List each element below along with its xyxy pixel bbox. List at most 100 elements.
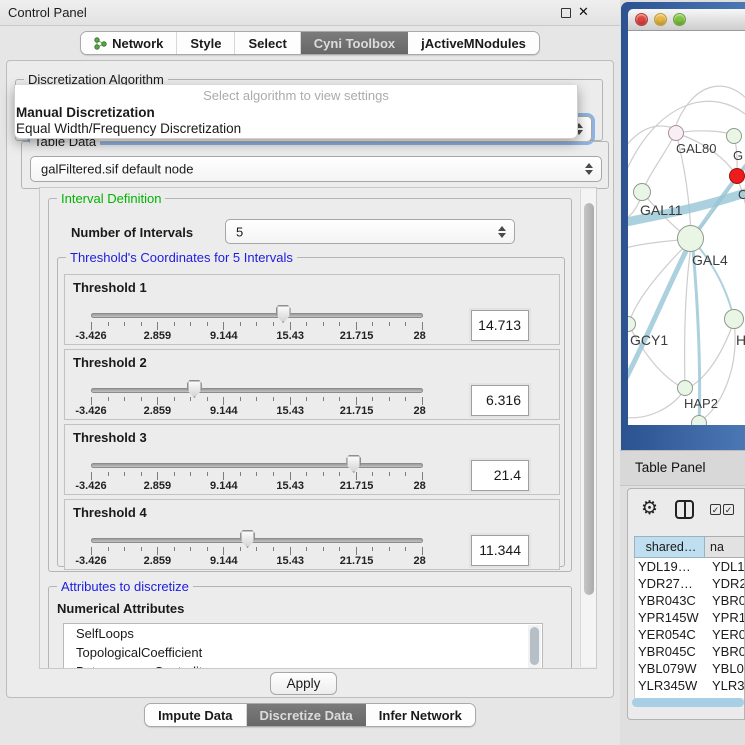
gear-icon[interactable]: ⚙ [641,497,658,519]
list-item[interactable]: BetweennessCentrality [64,662,542,669]
tab-jactivemnodules[interactable]: jActiveMNodules [408,32,539,54]
threshold-row-3: Threshold 3 -3.426 2.859 9.144 15.43 21.… [64,424,560,495]
threshold-row-4: Threshold 4 -3.426 2.859 9.144 15.43 21.… [64,499,560,570]
apply-button[interactable]: Apply [270,672,337,695]
table-row: YBR045CYBR0 [635,643,745,660]
network-tab-icon [94,37,107,50]
algorithm-dropdown-popup: Select algorithm to view settings Manual… [14,85,578,139]
attributes-group: Attributes to discretize Numerical Attri… [48,586,572,669]
float-window-icon[interactable] [561,8,571,18]
network-node-gal80[interactable] [668,125,684,141]
slider-ticks [91,397,423,405]
network-view-window: GAL80 G C GAL11 GAL4 GCY1 H HAP2 [621,2,745,450]
combobox-value: galFiltered.sif default node [41,162,193,177]
slider-thumb[interactable] [276,305,291,323]
table-data-combobox[interactable]: galFiltered.sif default node [30,156,602,182]
checkbox-icon[interactable]: ✓ [710,504,721,515]
list-scrollbar-thumb[interactable] [530,627,539,665]
tab-select[interactable]: Select [235,32,300,54]
checkbox-icon[interactable]: ✓ [723,504,734,515]
column-header-shared-name[interactable]: shared… [634,536,705,558]
settings-vertical-scrollbar[interactable] [580,189,596,667]
table-row: YDR27…YDR2 [635,575,745,592]
thresholds-group: Threshold's Coordinates for 5 Intervals … [57,257,565,567]
dropdown-option-equal-width[interactable]: Equal Width/Frequency Discretization [15,121,577,137]
close-button[interactable] [635,13,648,26]
slider-thumb[interactable] [240,530,255,548]
network-node-selected-red[interactable] [729,168,745,184]
list-scrollbar[interactable] [528,625,541,669]
table-row: YDL19…YDL1 [635,558,745,575]
network-node-hap2[interactable] [677,380,693,396]
table-toolbar: ⚙ ✓ ✓ [628,489,745,535]
tab-infer-network[interactable]: Infer Network [366,704,475,726]
numerical-attributes-list: SelfLoops TopologicalCoefficient Between… [63,623,543,669]
threshold-value-field[interactable]: 11.344 [471,535,529,566]
scrollbar-thumb[interactable] [584,203,594,595]
bottom-tab-bar: Impute Data Discretize Data Infer Networ… [0,703,620,727]
table-row: YPR145WYPR1 [635,609,745,626]
node-label: H [736,332,745,348]
node-label: GAL80 [676,141,716,156]
tab-network[interactable]: Network [81,32,177,54]
list-item[interactable]: TopologicalCoefficient [64,643,542,662]
num-intervals-combobox[interactable]: 5 [225,219,515,244]
network-window-titlebar[interactable] [628,9,745,31]
threshold-value-field[interactable]: 21.4 [471,460,529,491]
slider-track[interactable] [91,463,423,468]
table-horizontal-scrollbar[interactable] [632,698,744,707]
control-panel-titlebar: Control Panel ✕ [0,0,620,26]
table-row: YLR345WYLR3 [635,677,745,694]
node-label: GAL11 [640,202,683,218]
network-node[interactable] [691,415,707,425]
group-title: Interval Definition [57,191,165,206]
list-item[interactable]: SelfLoops [64,624,542,643]
panel-title: Control Panel [8,5,87,20]
tab-impute-data[interactable]: Impute Data [145,704,246,726]
zoom-button[interactable] [673,13,686,26]
close-icon[interactable]: ✕ [578,4,589,20]
numerical-attributes-label: Numerical Attributes [57,601,184,616]
minimize-button[interactable] [654,13,667,26]
network-canvas[interactable]: GAL80 G C GAL11 GAL4 GCY1 H HAP2 [628,31,745,425]
slider-ticks [91,547,423,555]
network-node[interactable] [724,309,744,329]
columns-icon[interactable] [675,500,694,519]
dropdown-option-manual[interactable]: Manual Discretization [15,105,577,121]
table-row: YBL079WYBL0 [635,660,745,677]
tab-discretize-data[interactable]: Discretize Data [247,704,366,726]
table-panel-title: Table Panel [635,460,706,475]
threshold-slider: -3.426 2.859 9.144 15.43 21.715 28 [91,425,423,496]
tab-style[interactable]: Style [177,32,235,54]
slider-ticks [91,472,423,480]
tab-label: Network [112,36,163,51]
threshold-value-field[interactable]: 6.316 [471,385,529,416]
settings-scroll-viewport: Interval Definition Number of Intervals … [39,187,597,669]
table-row: YER054CYER0 [635,626,745,643]
threshold-value-field[interactable]: 14.713 [471,310,529,341]
network-node[interactable] [726,128,742,144]
slider-track[interactable] [91,388,423,393]
node-label: GAL4 [692,252,728,268]
combobox-value: 5 [236,224,243,239]
threshold-slider: -3.426 2.859 9.144 15.43 21.715 28 [91,350,423,421]
table-panel-header: Table Panel [620,450,745,486]
right-panel: GAL80 G C GAL11 GAL4 GCY1 H HAP2 Table P… [620,0,745,745]
column-header-name[interactable]: na [705,536,745,558]
threshold-slider: -3.426 2.859 9.144 15.43 21.715 28 [91,275,423,346]
slider-thumb[interactable] [346,455,361,473]
table-panel-window: ⚙ ✓ ✓ shared… na YDL19…YDL1 YDR27…YDR2 Y… [627,488,745,720]
node-label: GCY1 [630,332,668,348]
threshold-row-1: Threshold 1 -3.426 2.859 9.144 15.43 21.… [64,274,560,345]
slider-thumb[interactable] [187,380,202,398]
interval-definition-group: Interval Definition Number of Intervals … [48,198,572,572]
table-data-group: Table Data galFiltered.sif default node [21,141,609,189]
tab-cyni-toolbox[interactable]: Cyni Toolbox [301,32,408,54]
slider-track[interactable] [91,538,423,543]
chevron-updown-icon [498,226,506,238]
table-header-row: shared… na [634,536,745,558]
control-panel: Control Panel ✕ Network Style Select Cyn… [0,0,620,745]
network-node-gal4[interactable] [677,225,704,252]
slider-track[interactable] [91,313,423,318]
network-node-gal11[interactable] [633,183,651,201]
